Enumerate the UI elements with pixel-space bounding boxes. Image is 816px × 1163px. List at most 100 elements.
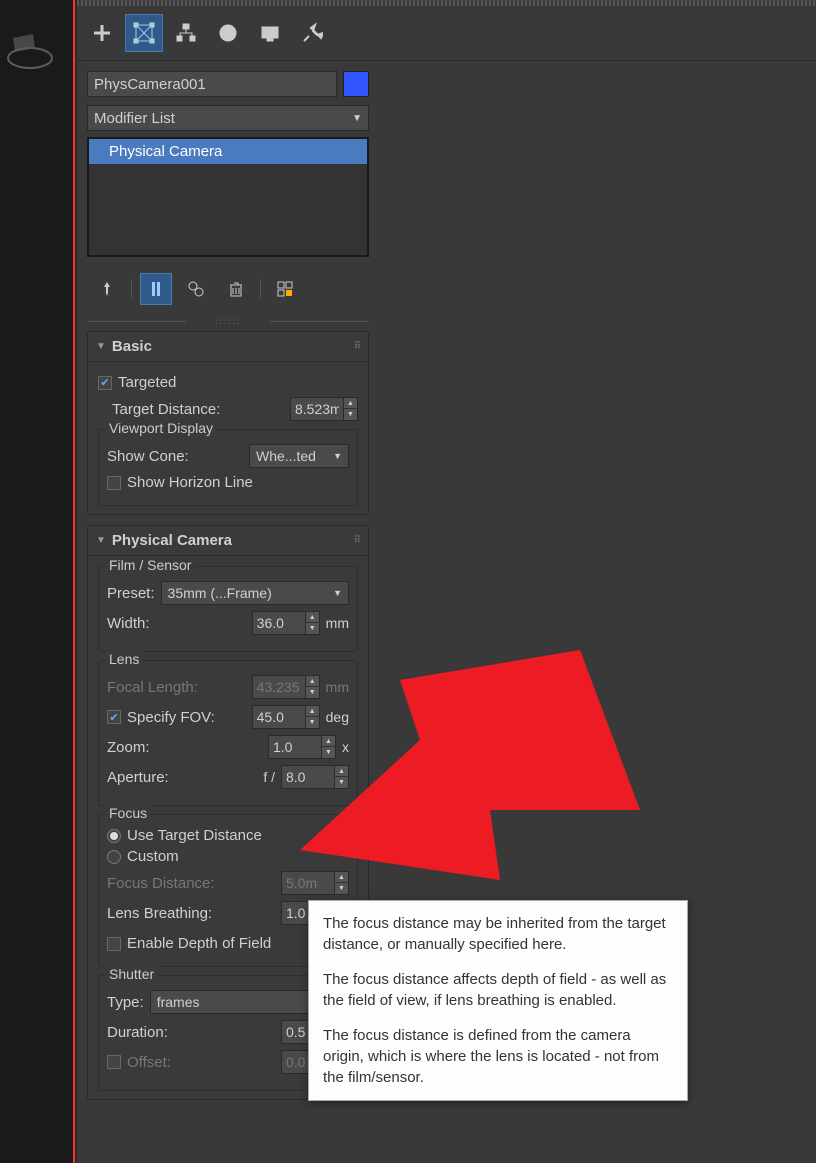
preset-value: 35mm (...Frame) [168,585,272,601]
fov-unit: deg [326,709,349,725]
aperture-label: Aperture: [107,769,169,786]
focal-length-unit: mm [326,679,349,695]
preset-label: Preset: [107,585,155,602]
basic-rollout: ▼ Basic ⠿ Targeted Target Distance: ▲▼ [87,331,369,515]
target-distance-label: Target Distance: [112,401,220,418]
specify-fov-label: Specify FOV: [127,709,215,726]
show-cone-select[interactable]: Whe...ted [249,444,349,468]
fov-spinner[interactable]: ▲▼ [252,705,320,729]
show-end-result-button[interactable] [140,273,172,305]
grip-icon: ⠿ [354,535,360,546]
use-target-label: Use Target Distance [127,827,262,844]
create-tab[interactable] [83,14,121,52]
modify-tab[interactable] [125,14,163,52]
zoom-unit: x [342,739,349,755]
focal-length-input [253,676,305,698]
panel-tabs [77,6,816,61]
object-name-input[interactable] [87,71,337,97]
enable-dof-label: Enable Depth of Field [127,935,271,952]
configure-sets-button[interactable] [269,273,301,305]
aperture-input[interactable] [282,766,334,788]
tooltip-p2: The focus distance affects depth of fiel… [323,969,673,1011]
targeted-checkbox[interactable] [98,376,112,390]
duration-label: Duration: [107,1024,168,1041]
show-cone-value: Whe...ted [256,448,316,464]
spin-up: ▲ [335,872,348,883]
target-distance-spinner[interactable]: ▲▼ [290,397,358,421]
spin-down: ▼ [306,687,319,698]
preset-select[interactable]: 35mm (...Frame) [161,581,349,605]
aperture-prefix: f / [263,769,275,785]
zoom-spinner[interactable]: ▲▼ [268,735,336,759]
specify-fov-checkbox[interactable] [107,710,121,724]
object-color-swatch[interactable] [343,71,369,97]
tooltip-p1: The focus distance may be inherited from… [323,913,673,955]
show-horizon-label: Show Horizon Line [127,474,253,491]
spin-up[interactable]: ▲ [335,766,348,777]
divider: :::::: [87,317,369,325]
tooltip-p3: The focus distance is defined from the c… [323,1025,673,1088]
stack-toolbar [87,267,369,317]
view-gizmo[interactable] [5,30,55,70]
spin-up[interactable]: ▲ [322,736,335,747]
spin-up[interactable]: ▲ [306,706,319,717]
enable-dof-checkbox[interactable] [107,937,121,951]
spin-down: ▼ [335,883,348,894]
spin-up[interactable]: ▲ [306,612,319,623]
grip-icon: ⠿ [354,341,360,352]
width-input[interactable] [253,612,305,634]
chevron-down-icon: ▼ [96,341,106,352]
remove-modifier-button[interactable] [220,273,252,305]
focus-distance-spinner: ▲▼ [281,871,349,895]
display-tab[interactable] [251,14,289,52]
width-label: Width: [107,615,150,632]
basic-title: Basic [112,338,152,355]
hierarchy-tab[interactable] [167,14,205,52]
shutter-type-value: frames [157,994,200,1010]
basic-rollout-header[interactable]: ▼ Basic ⠿ [88,332,368,362]
utilities-tab[interactable] [293,14,331,52]
viewport-edge [0,0,75,1163]
focal-length-spinner: ▲▼ [252,675,320,699]
offset-label: Offset: [127,1054,171,1071]
target-distance-input[interactable] [291,398,343,420]
show-cone-label: Show Cone: [107,448,189,465]
tooltip: The focus distance may be inherited from… [308,900,688,1101]
width-unit: mm [326,615,349,631]
focus-distance-label: Focus Distance: [107,875,215,892]
lens-group-title: Lens [105,651,143,667]
offset-checkbox[interactable] [107,1055,121,1069]
focus-group-title: Focus [105,805,151,821]
fov-input[interactable] [253,706,305,728]
motion-tab[interactable] [209,14,247,52]
lens-breathing-label: Lens Breathing: [107,905,212,922]
zoom-input[interactable] [269,736,321,758]
make-unique-button[interactable] [180,273,212,305]
shutter-group-title: Shutter [105,966,158,982]
spin-up[interactable]: ▲ [344,398,357,409]
viewport-display-title: Viewport Display [105,420,217,436]
custom-focus-label: Custom [127,848,179,865]
use-target-distance-radio[interactable] [107,829,121,843]
aperture-spinner[interactable]: ▲▼ [281,765,349,789]
custom-focus-radio[interactable] [107,850,121,864]
modifier-stack-item[interactable]: Physical Camera [89,139,367,164]
pin-stack-button[interactable] [91,273,123,305]
spin-down[interactable]: ▼ [306,717,319,728]
spin-down[interactable]: ▼ [306,623,319,634]
film-group-title: Film / Sensor [105,557,195,573]
spin-down[interactable]: ▼ [344,409,357,420]
modifier-list-dropdown[interactable]: Modifier List [87,105,369,131]
show-horizon-checkbox[interactable] [107,476,121,490]
width-spinner[interactable]: ▲▼ [252,611,320,635]
physcam-rollout-header[interactable]: ▼ Physical Camera ⠿ [88,526,368,556]
chevron-down-icon: ▼ [96,535,106,546]
spin-down[interactable]: ▼ [322,747,335,758]
spin-up: ▲ [306,676,319,687]
modifier-list-label: Modifier List [94,110,175,127]
modifier-stack[interactable]: Physical Camera [87,137,369,257]
zoom-label: Zoom: [107,739,150,756]
shutter-type-label: Type: [107,994,144,1011]
spin-down[interactable]: ▼ [335,777,348,788]
targeted-label: Targeted [118,374,176,391]
